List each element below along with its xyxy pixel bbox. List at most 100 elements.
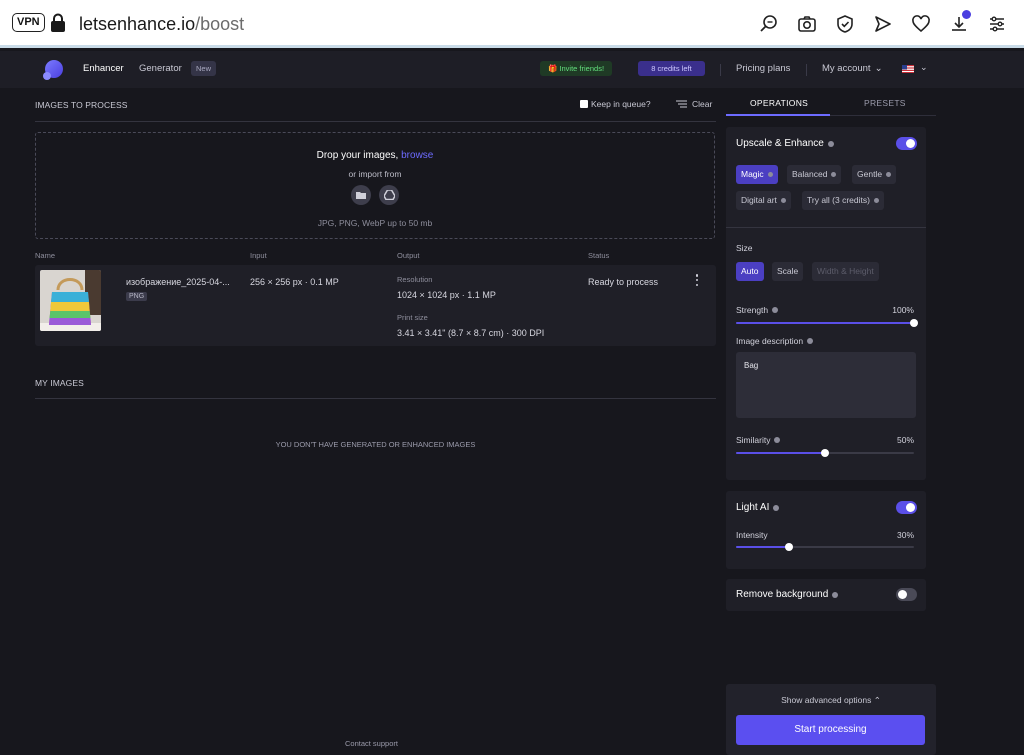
mode-digital-art-label: Digital art: [741, 195, 777, 205]
image-thumbnail[interactable]: [40, 270, 101, 331]
info-icon[interactable]: [773, 504, 780, 511]
empty-state-message: YOU DON'T HAVE GENERATED OR ENHANCED IMA…: [275, 440, 476, 449]
info-icon[interactable]: [807, 338, 814, 344]
us-flag-icon[interactable]: [902, 65, 914, 73]
shield-icon[interactable]: [826, 10, 864, 38]
divider: [806, 64, 807, 76]
mode-gentle-chip[interactable]: Gentle: [852, 165, 897, 184]
heart-icon[interactable]: [902, 10, 940, 38]
tab-presets[interactable]: PRESETS: [864, 98, 906, 108]
slider-handle[interactable]: [910, 319, 918, 327]
slider-handle[interactable]: [821, 449, 829, 457]
images-to-process-title: IMAGES TO PROCESS: [35, 100, 128, 110]
folder-icon[interactable]: [351, 185, 371, 205]
settings-icon[interactable]: [978, 10, 1016, 38]
camera-icon[interactable]: [788, 10, 826, 38]
search-icon[interactable]: [750, 10, 788, 38]
show-advanced-options-button[interactable]: Show advanced options ⌃: [726, 695, 936, 706]
info-icon[interactable]: [780, 198, 786, 203]
my-account-menu[interactable]: My account ⌄: [822, 63, 883, 74]
address-bar[interactable]: letsenhance.io/boost: [79, 12, 244, 36]
size-label: Size: [736, 243, 753, 253]
slider-handle[interactable]: [785, 543, 794, 551]
google-drive-icon[interactable]: [379, 185, 399, 205]
vpn-badge[interactable]: VPN: [12, 13, 45, 32]
download-icon[interactable]: [940, 10, 978, 38]
logo[interactable]: [42, 59, 64, 81]
mode-try-all-label: Try all (3 credits): [807, 195, 870, 205]
table-row[interactable]: изображение_2025-04-... PNG 256 × 256 px…: [35, 265, 716, 346]
info-icon[interactable]: [831, 172, 837, 177]
intensity-slider[interactable]: [736, 543, 914, 551]
checkbox-box[interactable]: [580, 100, 588, 108]
file-types-note: JPG, PNG, WebP up to 50 mb: [317, 218, 433, 228]
app-header: Enhancer Generator New 🎁 Invite friends!…: [0, 51, 1024, 88]
intensity-value: 30%: [896, 530, 914, 540]
info-icon[interactable]: [827, 140, 834, 147]
light-ai-title: Light AI: [736, 502, 780, 513]
mode-try-all-chip[interactable]: Try all (3 credits): [802, 191, 884, 210]
credits-badge[interactable]: 8 credits left: [638, 61, 705, 76]
strength-slider[interactable]: [736, 319, 918, 327]
upscale-enhance-toggle[interactable]: [896, 137, 917, 150]
resolution-label: Resolution: [397, 275, 433, 284]
info-icon[interactable]: [832, 591, 839, 598]
remove-background-toggle[interactable]: [896, 588, 917, 601]
light-ai-label: Light AI: [736, 502, 770, 513]
mode-balanced-chip[interactable]: Balanced: [787, 165, 842, 184]
size-width-height-option[interactable]: Width & Height: [812, 262, 879, 281]
divider: [35, 398, 716, 399]
pricing-plans-link[interactable]: Pricing plans: [736, 63, 790, 74]
output-resolution: 1024 × 1024 px · 1.1 MP: [397, 290, 496, 300]
status-text: Ready to process: [588, 277, 659, 287]
contact-support-link[interactable]: Contact support: [345, 739, 398, 748]
column-header-output: Output: [397, 251, 420, 260]
info-icon[interactable]: [774, 437, 781, 443]
keep-in-queue-label: Keep in queue?: [591, 99, 651, 109]
keep-in-queue-checkbox[interactable]: Keep in queue?: [580, 99, 651, 109]
similarity-slider[interactable]: [736, 449, 914, 457]
mode-magic-chip[interactable]: Magic: [736, 165, 778, 184]
url-path: /boost: [195, 14, 245, 34]
info-icon[interactable]: [767, 172, 773, 177]
column-header-input: Input: [250, 251, 267, 260]
nav-generator[interactable]: Generator: [139, 63, 182, 74]
input-size: 256 × 256 px · 0.1 MP: [250, 277, 339, 287]
info-icon[interactable]: [772, 307, 779, 313]
clear-button[interactable]: Clear: [676, 99, 712, 109]
download-badge: [962, 10, 971, 19]
mode-digital-art-chip[interactable]: Digital art: [736, 191, 791, 210]
start-processing-button[interactable]: Start processing: [736, 715, 925, 745]
upscale-enhance-card: Upscale & Enhance Magic Balanced Gentle …: [726, 127, 926, 480]
clear-icon: [676, 100, 687, 108]
size-scale-option[interactable]: Scale: [772, 262, 804, 281]
size-auto-option[interactable]: Auto: [736, 262, 764, 281]
tab-operations[interactable]: OPERATIONS: [750, 98, 808, 108]
strength-value: 100%: [892, 305, 914, 315]
remove-background-label: Remove background: [736, 589, 829, 600]
lock-icon: [51, 13, 65, 32]
send-icon[interactable]: [864, 10, 902, 38]
remove-background-title: Remove background: [736, 589, 839, 600]
info-icon[interactable]: [886, 172, 892, 177]
drop-zone[interactable]: Drop your images, browse or import from …: [35, 132, 715, 239]
browser-toolbar: VPN letsenhance.io/boost: [0, 0, 1024, 48]
url-domain: letsenhance.io: [79, 14, 196, 34]
info-icon[interactable]: [873, 198, 879, 203]
invite-friends-button[interactable]: 🎁 Invite friends!: [540, 61, 613, 76]
chevron-down-icon[interactable]: ⌄: [920, 62, 928, 73]
print-size-label: Print size: [397, 313, 428, 322]
strength-label: Strength: [736, 305, 779, 315]
nav-enhancer[interactable]: Enhancer: [83, 63, 124, 74]
browse-link[interactable]: browse: [401, 150, 433, 161]
more-options-icon[interactable]: [694, 274, 700, 286]
light-ai-card: Light AI Intensity 30%: [726, 491, 926, 569]
image-description-input[interactable]: Bag: [736, 352, 916, 418]
my-images-title: MY IMAGES: [35, 378, 84, 388]
light-ai-toggle[interactable]: [896, 501, 917, 514]
strength-label-text: Strength: [736, 305, 769, 315]
active-tab-indicator: [726, 114, 830, 116]
column-header-name: Name: [35, 251, 56, 260]
intensity-label: Intensity: [736, 530, 768, 540]
divider: [720, 64, 721, 76]
